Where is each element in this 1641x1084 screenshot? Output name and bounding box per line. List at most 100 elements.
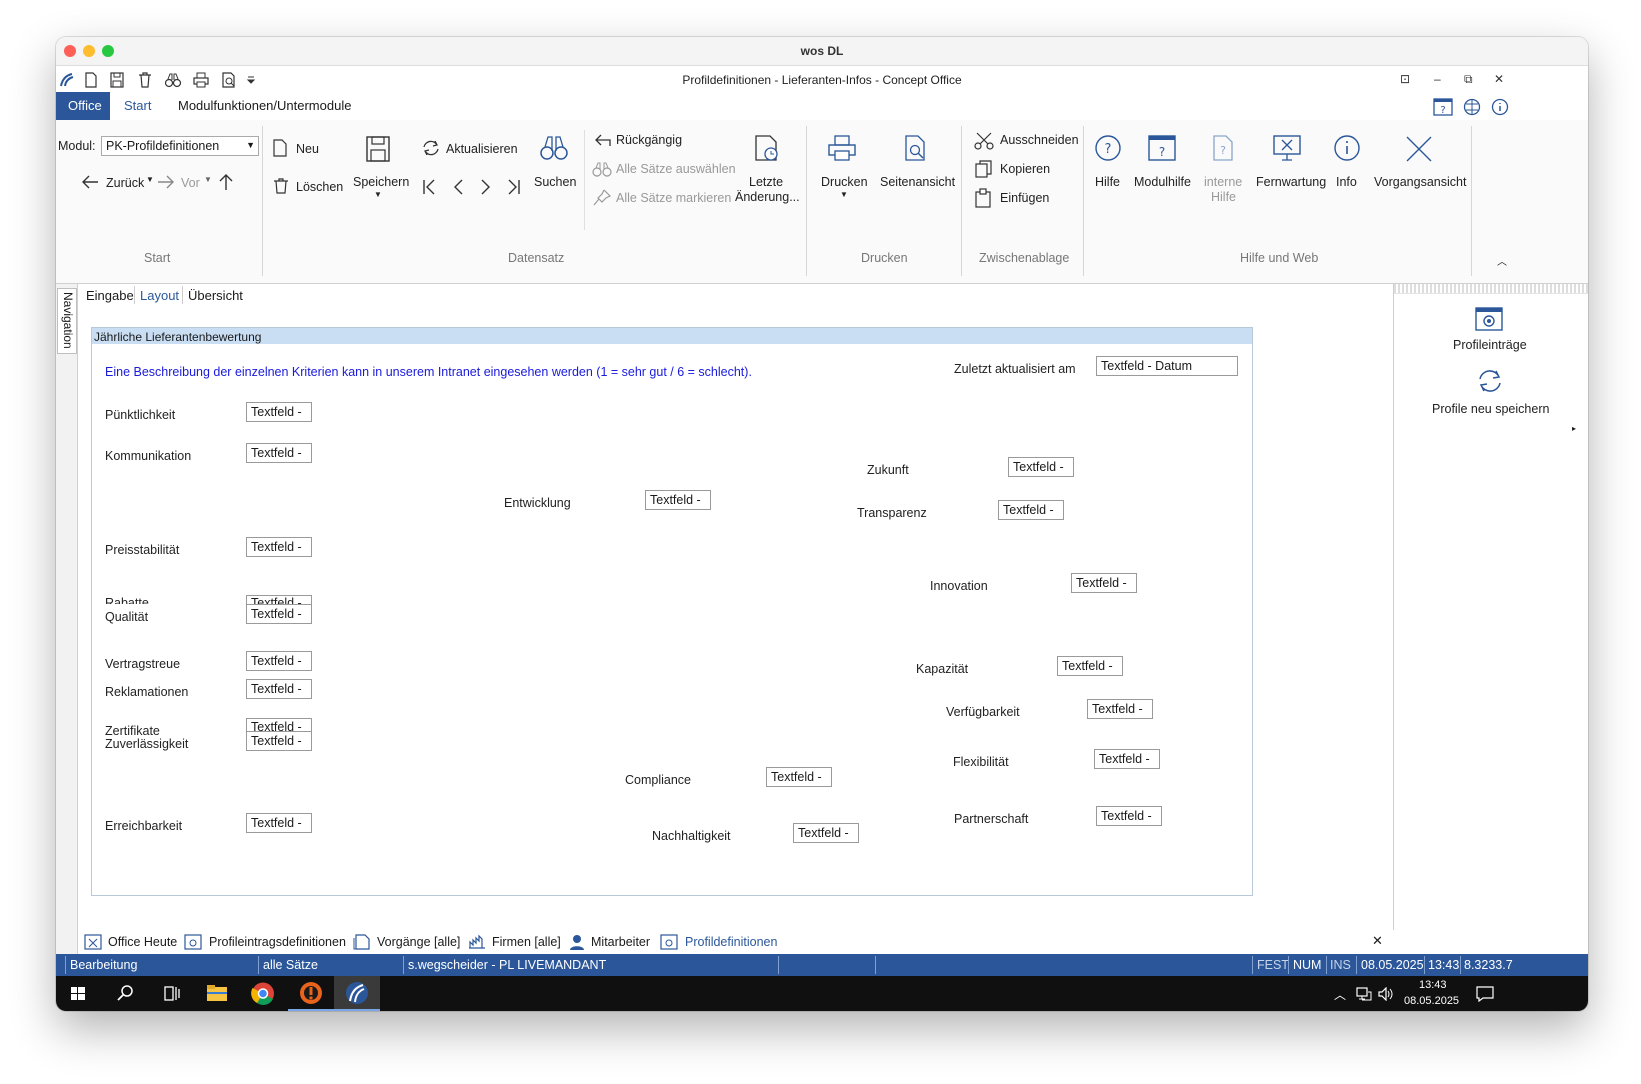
letzte-aenderung-label-2[interactable]: Änderung...: [735, 190, 800, 204]
previous-record-icon[interactable]: [452, 178, 464, 196]
chevron-up-icon[interactable]: ︿: [1334, 986, 1346, 1003]
profile-entries-icon[interactable]: [1474, 306, 1504, 332]
search-icon[interactable]: [102, 976, 148, 1011]
vor-dropdown-icon[interactable]: ▼: [204, 175, 212, 184]
paste-icon[interactable]: [974, 188, 994, 208]
textfield-vertragstreue[interactable]: Textfeld -: [246, 651, 312, 671]
textfield-preisstabilitaet[interactable]: Textfeld -: [246, 537, 312, 557]
letzte-aenderung-label-1[interactable]: Letzte: [749, 175, 783, 189]
restore-ribbon-icon[interactable]: ⊡: [1400, 72, 1410, 86]
textfield-zuverlaessigkeit[interactable]: Textfeld -: [246, 731, 312, 751]
arrow-right-icon[interactable]: [156, 174, 176, 190]
textfield-zukunft[interactable]: Textfeld -: [1008, 457, 1074, 477]
close-doc-tab-icon[interactable]: ✕: [1372, 933, 1383, 949]
globe-icon[interactable]: [1463, 98, 1481, 116]
refresh-icon[interactable]: [421, 139, 441, 157]
network-icon[interactable]: [1356, 987, 1372, 1001]
help-window-icon[interactable]: ?: [1433, 98, 1453, 116]
textfield-compliance[interactable]: Textfeld -: [766, 767, 832, 787]
last-record-icon[interactable]: [507, 178, 521, 196]
updated-date-field[interactable]: Textfeld - Datum: [1096, 356, 1238, 376]
loeschen-button[interactable]: Löschen: [296, 180, 343, 194]
doc-tab-vorgaenge[interactable]: Vorgänge [alle]: [377, 930, 460, 954]
doc-tab-profildefinitionen[interactable]: Profildefinitionen: [685, 930, 777, 954]
file-explorer-icon[interactable]: [194, 976, 240, 1011]
alle-saetze-auswaehlen-button[interactable]: Alle Sätze auswählen: [616, 162, 736, 176]
pin-icon[interactable]: [592, 189, 612, 207]
textfield-partnerschaft[interactable]: Textfeld -: [1096, 806, 1162, 826]
textfield-flexibilitaet[interactable]: Textfeld -: [1094, 749, 1160, 769]
scissors-icon[interactable]: [974, 132, 994, 150]
info-icon[interactable]: [1491, 98, 1509, 116]
vorgangsansicht-button[interactable]: Vorgangsansicht: [1374, 175, 1466, 189]
suchen-button[interactable]: Suchen: [534, 175, 576, 189]
textfield-reklamationen[interactable]: Textfeld -: [246, 679, 312, 699]
hilfe-button[interactable]: Hilfe: [1095, 175, 1120, 189]
search-large-icon[interactable]: [539, 134, 569, 162]
zurueck-dropdown-icon[interactable]: ▼: [146, 175, 154, 184]
next-record-icon[interactable]: [480, 178, 492, 196]
textfield-verfuegbarkeit[interactable]: Textfeld -: [1087, 699, 1153, 719]
drucken-button[interactable]: Drucken: [821, 175, 868, 189]
last-change-icon[interactable]: [754, 134, 780, 162]
volume-icon[interactable]: [1378, 987, 1394, 1001]
profileintraege-button[interactable]: Profileinträge: [1453, 338, 1527, 352]
arrow-left-icon[interactable]: [80, 174, 100, 190]
alle-saetze-markieren-button[interactable]: Alle Sätze markieren: [616, 191, 731, 205]
info-button[interactable]: Info: [1336, 175, 1357, 189]
module-help-icon[interactable]: ?: [1147, 134, 1177, 162]
internal-help-icon[interactable]: ?: [1212, 134, 1234, 162]
textfield-nachhaltigkeit[interactable]: Textfeld -: [793, 823, 859, 843]
subtab-uebersicht[interactable]: Übersicht: [188, 288, 243, 303]
speichern-dropdown-icon[interactable]: ▼: [374, 190, 382, 199]
print-large-icon[interactable]: [827, 134, 857, 162]
minimize-icon[interactable]: –: [1434, 72, 1441, 86]
maximize-icon[interactable]: ⧉: [1464, 72, 1473, 87]
ausschneiden-button[interactable]: Ausschneiden: [1000, 133, 1079, 147]
neu-button[interactable]: Neu: [296, 142, 319, 156]
textfield-zertifikate[interactable]: Textfeld -: [246, 718, 312, 732]
chrome-icon[interactable]: [240, 976, 286, 1011]
drucken-dropdown-icon[interactable]: ▼: [840, 190, 848, 199]
fernwartung-button[interactable]: Fernwartung: [1256, 175, 1326, 189]
doc-tab-firmen[interactable]: Firmen [alle]: [492, 930, 561, 954]
app-orange-icon[interactable]: [288, 976, 334, 1011]
profile-neu-speichern-button[interactable]: Profile neu speichern: [1432, 402, 1549, 416]
undo-icon[interactable]: [592, 132, 612, 148]
textfield-kommunikation[interactable]: Textfeld -: [246, 443, 312, 463]
windows-start-button[interactable]: [56, 976, 102, 1011]
new-record-icon[interactable]: [272, 139, 288, 157]
modul-select[interactable]: PK-Profildefinitionen ▼: [101, 136, 259, 156]
kopieren-button[interactable]: Kopieren: [1000, 162, 1050, 176]
tab-start[interactable]: Start: [112, 92, 163, 120]
aktualisieren-button[interactable]: Aktualisieren: [446, 142, 518, 156]
remote-maintenance-icon[interactable]: [1272, 134, 1302, 162]
speichern-button[interactable]: Speichern: [353, 175, 409, 189]
doc-tab-profileintragsdefinitionen[interactable]: Profileintragsdefinitionen: [209, 930, 346, 954]
subtab-layout[interactable]: Layout: [140, 288, 179, 303]
einfuegen-button[interactable]: Einfügen: [1000, 191, 1049, 205]
modulhilfe-button[interactable]: Modulhilfe: [1134, 175, 1191, 189]
textfield-entwicklung[interactable]: Textfeld -: [645, 490, 711, 510]
vor-button[interactable]: Vor: [181, 176, 200, 190]
task-view-icon[interactable]: [148, 976, 194, 1011]
seitenansicht-button[interactable]: Seitenansicht: [880, 175, 955, 189]
textfield-erreichbarkeit[interactable]: Textfeld -: [246, 813, 312, 833]
save-profiles-refresh-icon[interactable]: [1476, 368, 1504, 394]
page-preview-icon[interactable]: [904, 134, 928, 162]
interne-hilfe-label-1[interactable]: interne: [1204, 175, 1242, 189]
textfield-transparenz[interactable]: Textfeld -: [998, 500, 1064, 520]
textfield-kapazitaet[interactable]: Textfeld -: [1057, 656, 1123, 676]
textfield-qualitaet[interactable]: Textfeld -: [246, 604, 312, 624]
delete-record-icon[interactable]: [272, 177, 290, 195]
close-icon[interactable]: ✕: [1494, 72, 1504, 86]
first-record-icon[interactable]: [422, 178, 436, 196]
expand-pane-icon[interactable]: ▸: [1572, 424, 1576, 433]
tab-office[interactable]: Office: [56, 92, 110, 120]
concept-office-taskbar-icon[interactable]: [334, 976, 380, 1011]
rueckgaengig-button[interactable]: Rückgängig: [616, 133, 682, 147]
zurueck-button[interactable]: Zurück: [106, 176, 144, 190]
save-large-icon[interactable]: [365, 135, 391, 163]
collapse-ribbon-icon[interactable]: ︿: [1497, 253, 1507, 268]
arrow-up-icon[interactable]: [218, 172, 234, 192]
